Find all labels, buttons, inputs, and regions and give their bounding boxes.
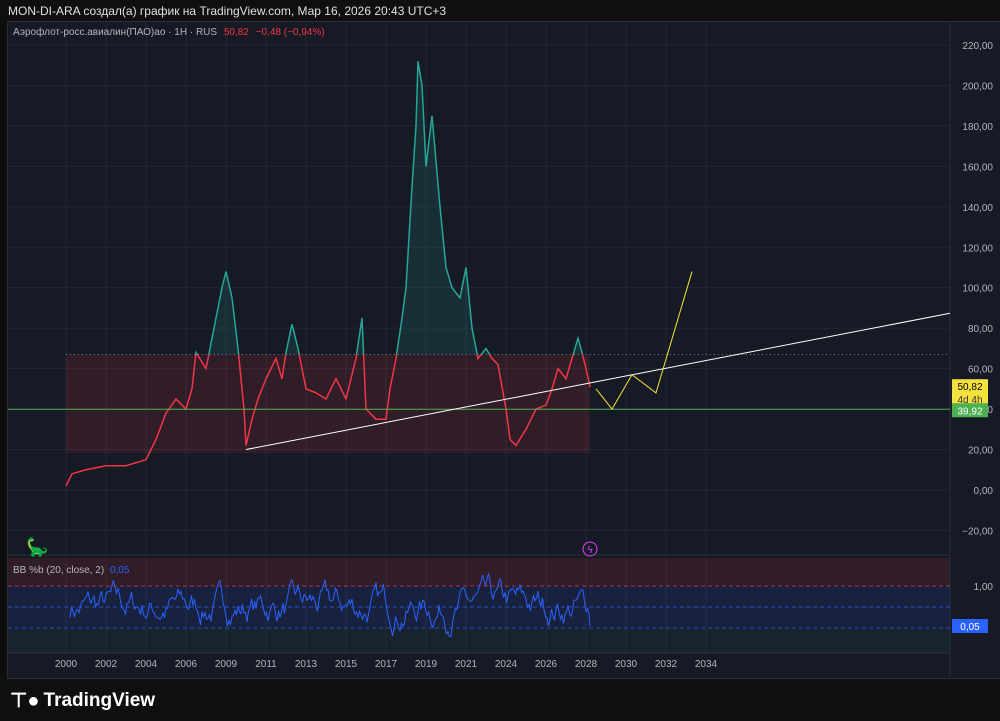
bb-overbought-zone xyxy=(8,558,950,587)
tradingview-logo[interactable]: ⊤● TradingView xyxy=(10,688,155,713)
brand-name: TradingView xyxy=(43,689,156,711)
y-tick-label: 60,00 xyxy=(968,365,993,376)
price-change: −0,48 (−0,94%) xyxy=(255,27,325,38)
x-tick-label: 2002 xyxy=(95,659,118,670)
y-tick-label: 0,00 xyxy=(974,486,994,497)
x-tick-label: 2017 xyxy=(375,659,398,670)
y-tick-label: 220,00 xyxy=(962,41,993,52)
support-badge-text: 39,92 xyxy=(957,406,982,417)
last-price-badge-text: 50,82 xyxy=(957,382,982,393)
tv-logo-icon: ⊤● xyxy=(10,690,40,712)
y-tick-label: 200,00 xyxy=(962,81,993,92)
bb-oversold-zone xyxy=(8,628,950,653)
x-tick-label: 2026 xyxy=(535,659,558,670)
y-tick-label: 20,00 xyxy=(968,446,993,457)
x-tick-label: 2000 xyxy=(55,659,78,670)
y-tick-label: 160,00 xyxy=(962,162,993,173)
x-tick-label: 2013 xyxy=(295,659,318,670)
lightning-icon: ϟ xyxy=(587,545,593,556)
x-tick-label: 2009 xyxy=(215,659,238,670)
y-tick-label: 120,00 xyxy=(962,243,993,254)
price-chart[interactable]: 220,00 200,00 180,00 160,00 140,00 120,00 100,… xyxy=(0,0,1000,721)
y-tick-label: 80,00 xyxy=(968,324,993,335)
x-tick-label: 2024 xyxy=(495,659,518,670)
indicator-title[interactable]: BB %b (20, close, 2) xyxy=(13,565,104,576)
y-tick-label: 100,00 xyxy=(962,284,993,295)
x-tick-label: 2030 xyxy=(615,659,638,670)
x-tick-label: 2004 xyxy=(135,659,158,670)
dinosaur-icon: 🦕 xyxy=(26,536,48,557)
symbol-label[interactable]: Аэрофлот-росс.авиалин(ПАО)ао · 1H · RUS xyxy=(13,27,217,38)
x-tick-label: 2015 xyxy=(335,659,358,670)
x-tick-label: 2011 xyxy=(255,659,277,670)
x-tick-label: 2032 xyxy=(655,659,678,670)
indicator-legend: BB %b (20, close, 2) 0,05 xyxy=(13,565,129,576)
x-tick-label: 2021 xyxy=(455,659,478,670)
x-tick-label: 2006 xyxy=(175,659,198,670)
x-tick-label: 2019 xyxy=(415,659,438,670)
y-tick-label: −20,00 xyxy=(962,526,993,537)
bb-value-badge-text: 0,05 xyxy=(960,622,980,633)
y-tick-label: 140,00 xyxy=(962,203,993,214)
bb-tick-label: 1,00 xyxy=(974,582,994,593)
indicator-value: 0,05 xyxy=(109,565,130,576)
x-tick-label: 2028 xyxy=(575,659,598,670)
chart-legend: Аэрофлот-росс.авиалин(ПАО)ао · 1H · RUS … xyxy=(13,27,325,38)
last-price: 50,82 xyxy=(223,27,249,38)
projection-path xyxy=(595,271,693,410)
baseline-fill-down xyxy=(66,354,590,453)
x-tick-label: 2034 xyxy=(695,659,718,670)
y-tick-label: 180,00 xyxy=(962,122,993,133)
